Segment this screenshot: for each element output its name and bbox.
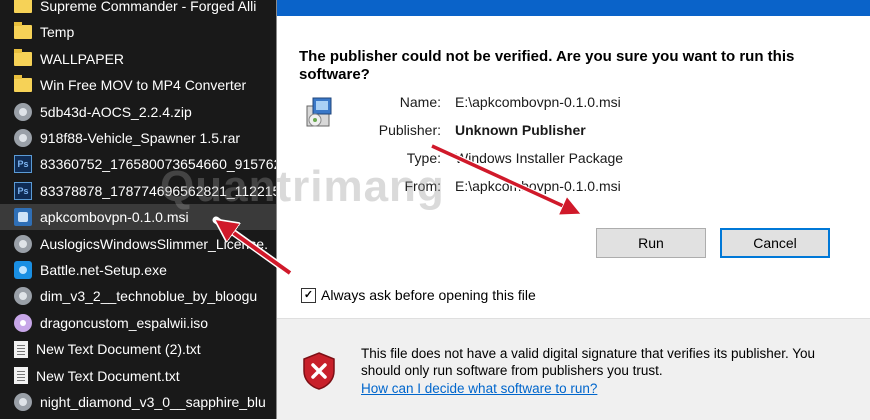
text-file-icon — [14, 367, 28, 385]
checkbox-checkmark-icon[interactable]: ✓ — [301, 287, 316, 303]
disc-image-icon — [14, 313, 32, 332]
file-explorer-pane: Supreme Commander - Forged Alli Temp WALLP… — [0, 0, 290, 419]
always-ask-checkbox[interactable]: ✓ Always ask before opening this file — [301, 287, 536, 303]
field-label: Publisher: — [378, 122, 441, 138]
archive-icon — [14, 102, 32, 121]
verification-question: The publisher could not be verified. Are… — [299, 48, 795, 83]
file-name: apkcombovpn-0.1.0.msi — [40, 209, 189, 226]
file-item[interactable]: Battle.net-Setup.exe — [0, 257, 290, 283]
file-name: dragoncustom_espalwii.iso — [40, 314, 209, 331]
file-name: AuslogicsWindowsSlimmer_License. — [40, 235, 268, 252]
archive-icon — [14, 129, 32, 147]
file-item[interactable]: apkcombovpn-0.1.0.msi — [0, 204, 290, 231]
file-name: night_diamond_v3_0__sapphire_blu — [40, 394, 266, 410]
folder-icon — [14, 75, 32, 93]
file-name: 83378878_178774696562821_1122155 — [40, 182, 289, 199]
field-label: From: — [404, 178, 441, 194]
msi-installer-icon — [14, 208, 32, 227]
file-item[interactable]: Supreme Commander - Forged Alli — [0, 0, 290, 19]
archive-icon — [14, 393, 32, 411]
dialog-titlebar[interactable] — [277, 0, 870, 16]
folder-icon — [14, 48, 32, 66]
file-name: 83360752_176580073654660_9157623 — [40, 156, 290, 173]
photoshop-file-icon: Ps — [14, 181, 32, 200]
file-name: dim_v3_2__technoblue_by_bloogu — [40, 288, 258, 305]
field-value: E:\apkcombovpn-0.1.0.msi — [455, 178, 621, 194]
battlenet-icon — [14, 261, 32, 279]
file-item[interactable]: 5db43d-AOCS_2.2.4.zip — [0, 99, 290, 125]
file-item[interactable]: Ps 83360752_176580073654660_9157623 — [0, 151, 290, 177]
text-file-icon — [14, 340, 28, 358]
field-value: E:\apkcombovpn-0.1.0.msi — [455, 94, 621, 110]
file-item[interactable]: dragoncustom_espalwii.iso — [0, 310, 290, 336]
warning-footer: This file does not have a valid digital … — [277, 318, 870, 420]
field-label: Type: — [406, 150, 441, 166]
help-link[interactable]: How can I decide what software to run? — [361, 381, 597, 396]
always-ask-label: Always ask before opening this file — [321, 287, 536, 303]
archive-icon — [14, 234, 32, 253]
photoshop-file-icon: Ps — [14, 155, 32, 174]
file-item[interactable]: WALLPAPER — [0, 46, 290, 72]
file-name: New Text Document (2).txt — [36, 341, 201, 358]
archive-icon — [14, 287, 32, 306]
file-name: Battle.net-Setup.exe — [40, 262, 167, 278]
field-label: Name: — [399, 94, 441, 110]
file-item[interactable]: AuslogicsWindowsSlimmer_License. — [0, 231, 290, 257]
file-name: New Text Document.txt — [36, 367, 180, 384]
file-name: WALLPAPER — [40, 50, 125, 67]
field-value: Windows Installer Package — [455, 150, 624, 166]
file-name: Temp — [40, 24, 75, 41]
file-item[interactable]: Temp — [0, 19, 290, 45]
file-name: 918f88-Vehicle_Spawner 1.5.rar — [40, 130, 241, 146]
file-item[interactable]: night_diamond_v3_0__sapphire_blu — [0, 389, 290, 415]
file-item[interactable]: Win Free MOV to MP4 Converter — [0, 72, 290, 98]
file-item[interactable]: New Text Document (2).txt — [0, 336, 290, 362]
cancel-button[interactable]: Cancel — [720, 228, 830, 258]
field-value: Unknown Publisher — [455, 122, 586, 138]
warning-shield-icon — [303, 352, 335, 390]
file-name: 5db43d-AOCS_2.2.4.zip — [40, 103, 192, 120]
folder-icon — [14, 22, 32, 40]
folder-icon — [14, 0, 32, 13]
run-button[interactable]: Run — [596, 228, 706, 258]
file-item[interactable]: Ps 83378878_178774696562821_1122155 — [0, 178, 290, 204]
security-warning-dialog: The publisher could not be verified. Are… — [276, 0, 870, 420]
file-name: Supreme Commander - Forged Alli — [40, 0, 257, 14]
file-item[interactable]: New Text Document.txt — [0, 363, 290, 389]
file-item[interactable]: 918f88-Vehicle_Spawner 1.5.rar — [0, 125, 290, 151]
file-item[interactable]: dim_v3_2__technoblue_by_bloogu — [0, 283, 290, 309]
signature-warning-text: This file does not have a valid digital … — [361, 346, 816, 378]
file-name: Win Free MOV to MP4 Converter — [40, 77, 247, 94]
